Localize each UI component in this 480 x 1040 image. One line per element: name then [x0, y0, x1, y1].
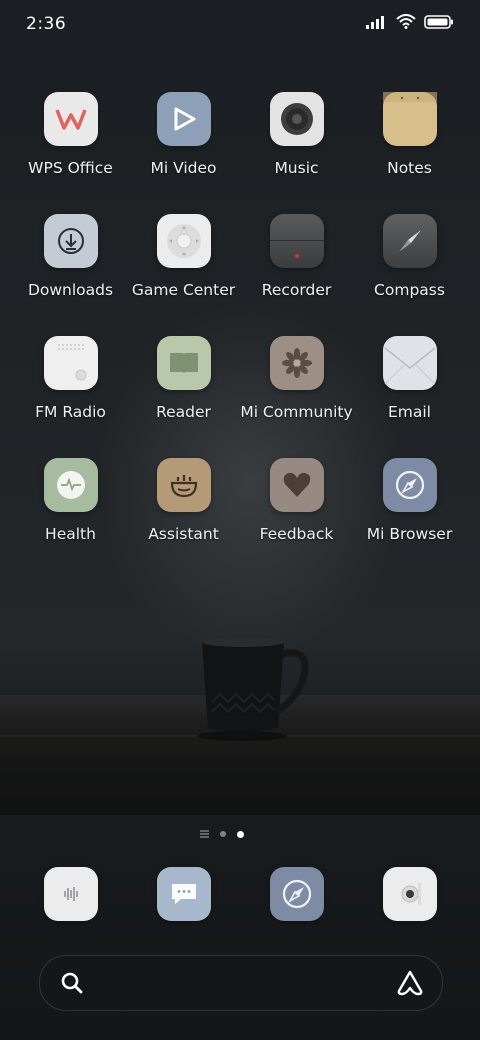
app-feedback[interactable]: Feedback — [240, 458, 353, 543]
dock-messages[interactable] — [127, 867, 240, 921]
app-mi-community[interactable]: Mi Community — [240, 336, 353, 421]
app-health[interactable]: Health — [14, 458, 127, 543]
status-bar: 2:36 — [0, 0, 480, 50]
app-label: Feedback — [259, 525, 334, 543]
phone-icon — [43, 867, 98, 921]
page-dot — [220, 831, 226, 837]
app-label: Notes — [387, 159, 432, 177]
recorder-icon — [269, 214, 324, 268]
app-label: Reader — [156, 403, 211, 421]
app-email[interactable]: Email — [353, 336, 466, 421]
app-label: Email — [387, 403, 431, 421]
app-compass[interactable]: Compass — [353, 214, 466, 299]
flower-icon — [269, 336, 324, 390]
app-fm-radio[interactable]: FM Radio — [14, 336, 127, 421]
book-icon — [156, 336, 211, 390]
envelope-icon — [382, 336, 437, 390]
signal-icon — [366, 15, 384, 29]
heart-icon — [269, 458, 324, 512]
dock-browser[interactable] — [240, 867, 353, 921]
gamepad-icon — [156, 214, 211, 268]
page-indicator[interactable] — [200, 830, 244, 838]
app-mi-video[interactable]: Mi Video — [127, 92, 240, 177]
app-wps-office[interactable]: WPS Office — [14, 92, 127, 177]
app-mi-browser[interactable]: Mi Browser — [353, 458, 466, 543]
app-label: WPS Office — [28, 159, 113, 177]
app-label: Compass — [374, 281, 445, 299]
app-label: Mi Browser — [366, 525, 453, 543]
app-music[interactable]: Music — [240, 92, 353, 177]
notepad-icon — [382, 92, 437, 146]
messages-icon — [156, 867, 211, 921]
app-label: Mi Video — [150, 159, 217, 177]
app-label: Recorder — [261, 281, 332, 299]
search-icon[interactable] — [60, 971, 84, 995]
search-bar[interactable] — [39, 955, 443, 1011]
wallpaper-coffee-cup — [197, 637, 309, 741]
list-page-icon — [200, 830, 209, 838]
browser-compass-icon — [382, 458, 437, 512]
app-label: Music — [274, 159, 319, 177]
app-label: Health — [45, 525, 96, 543]
speaker-icon — [269, 92, 324, 146]
page-dot-active — [237, 830, 244, 838]
browser-icon — [269, 867, 324, 921]
app-reader[interactable]: Reader — [127, 336, 240, 421]
assistant-icon — [156, 458, 211, 512]
compass-icon — [382, 214, 437, 268]
dock — [14, 867, 466, 921]
play-icon — [156, 92, 211, 146]
app-label: Mi Community — [240, 403, 353, 421]
app-label: Assistant — [148, 525, 219, 543]
radio-icon — [43, 336, 98, 390]
app-notes[interactable]: Notes — [353, 92, 466, 177]
app-grid: WPS Office Mi Video Music Notes Download… — [14, 92, 466, 543]
status-time: 2:36 — [26, 14, 67, 34]
dock-phone[interactable] — [14, 867, 127, 921]
camera-icon — [382, 867, 437, 921]
assistant-a-icon[interactable] — [396, 970, 424, 996]
app-label: Game Center — [131, 281, 236, 299]
app-assistant[interactable]: Assistant — [127, 458, 240, 543]
app-label: Downloads — [27, 281, 114, 299]
app-downloads[interactable]: Downloads — [14, 214, 127, 299]
heartbeat-icon — [43, 458, 98, 512]
download-icon — [43, 214, 98, 268]
battery-icon — [424, 14, 453, 29]
app-game-center[interactable]: Game Center — [127, 214, 240, 299]
wifi-icon — [396, 14, 416, 29]
app-label: FM Radio — [35, 403, 106, 421]
app-recorder[interactable]: Recorder — [240, 214, 353, 299]
dock-camera[interactable] — [353, 867, 466, 921]
wps-office-icon — [43, 92, 98, 146]
